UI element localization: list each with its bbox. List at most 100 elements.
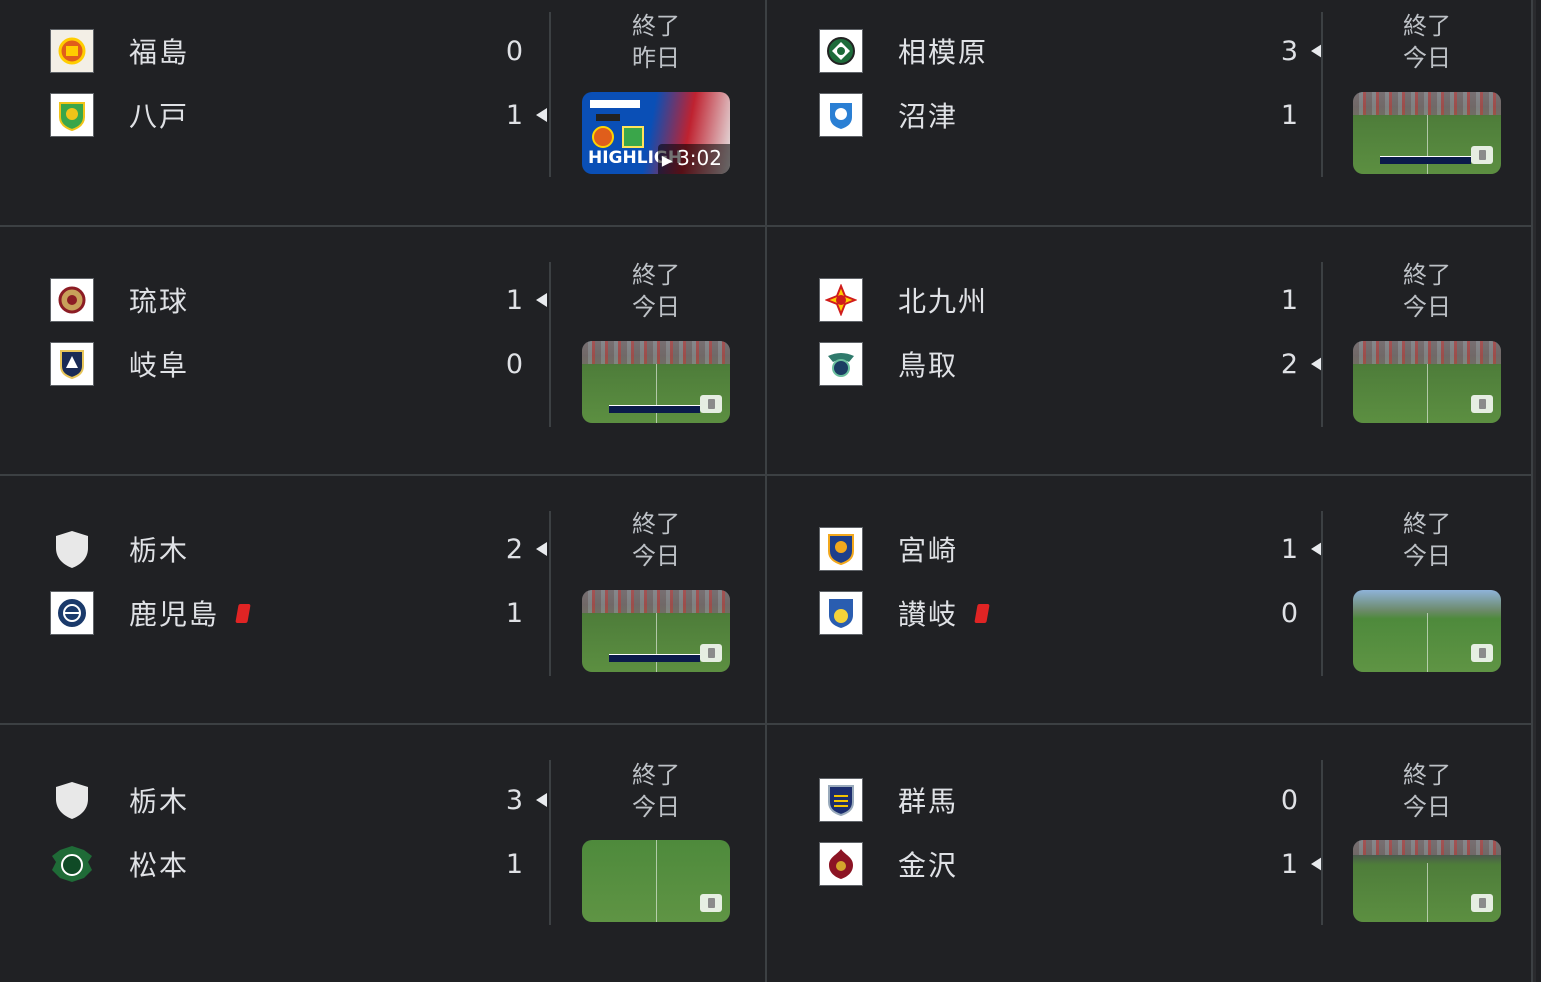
status-label: 終了 [1403,261,1451,289]
league-badge-icon [590,100,640,108]
away-team: 鳥取 [819,342,958,386]
match-status: 終了 今日 [582,259,730,323]
team-name: 栃木 [129,534,190,567]
ryukyu-logo-icon [50,278,94,322]
fukushima-logo-icon [50,29,94,73]
video-thumbnail[interactable] [1353,92,1501,174]
scroll-edge [1531,0,1536,982]
field-line [1427,612,1428,672]
status-label: 終了 [1403,761,1451,789]
match-card[interactable]: 北九州 鳥取 1 2 終了 今日 [767,227,1536,476]
field-line [656,612,657,672]
match-card[interactable]: 宮崎 讃岐 1 0 終了 今日 [767,476,1536,725]
match-day: 今日 [632,293,680,321]
scorebug-graphic [1379,156,1472,164]
field-line [656,363,657,423]
team-name: 鹿児島 [129,598,220,631]
team-name: 北九州 [898,285,989,318]
red-card-icon [974,603,990,623]
away-score: 1 [1280,849,1298,880]
team-name: 栃木 [129,785,190,818]
match-status: 終了 昨日 [582,10,730,74]
status-label: 終了 [1403,510,1451,538]
divider [1321,760,1323,925]
match-card[interactable]: 群馬 金沢 0 1 終了 今日 [767,725,1536,982]
home-team: 琉球 [50,278,189,322]
winner-indicator-icon [536,108,547,122]
field-line [1427,363,1428,423]
field-line [1427,862,1428,922]
team-name: 讃岐 [898,598,959,631]
team-name: 琉球 [129,285,190,318]
video-thumbnail[interactable] [582,341,730,423]
stands-graphic [582,341,730,364]
home-score: 3 [505,785,523,816]
home-team: 北九州 [819,278,988,322]
video-icon [1471,395,1493,413]
away-team: 八戸 [50,93,189,137]
kagoshima-logo-icon [50,591,94,635]
away-score: 1 [505,849,523,880]
team-name: 群馬 [898,785,959,818]
video-thumbnail[interactable] [1353,341,1501,423]
numazu-logo-icon [819,93,863,137]
miyazaki-logo-icon [819,527,863,571]
video-icon [700,894,722,912]
round-badge-icon [596,114,620,121]
video-thumbnail[interactable] [1353,590,1501,672]
divider [549,262,551,427]
stands-graphic [582,590,730,613]
tottori-logo-icon [819,342,863,386]
match-card[interactable]: 栃木 松本 3 1 終了 今日 [0,725,767,982]
match-card[interactable]: 栃木 鹿児島 2 1 終了 今日 [0,476,767,725]
match-status: 終了 今日 [1353,508,1501,572]
match-day: 今日 [632,542,680,570]
team-name: 八戸 [129,100,190,133]
away-team: 沼津 [819,93,958,137]
match-grid: 福島 八戸 0 1 終了 昨日 HIGHLIGH 3:02 [0,0,1536,982]
match-card[interactable]: 琉球 岐阜 1 0 終了 今日 [0,227,767,476]
team-name: 鳥取 [898,349,959,382]
home-score: 3 [1280,36,1298,67]
video-icon [700,644,722,662]
home-score: 0 [505,36,523,67]
away-score: 0 [505,349,523,380]
video-icon [1471,644,1493,662]
away-score: 1 [505,598,523,629]
match-card[interactable]: 相模原 沼津 3 1 終了 今日 [767,0,1536,227]
divider [1321,12,1323,177]
home-score: 2 [505,534,523,565]
team-name: 沼津 [898,100,959,133]
status-label: 終了 [632,12,680,40]
team-name: 松本 [129,849,190,882]
divider [549,511,551,676]
shield-icon [50,527,94,571]
video-thumbnail[interactable] [1353,840,1501,922]
home-score: 1 [1280,285,1298,316]
match-day: 今日 [1403,293,1451,321]
home-score: 0 [1280,785,1298,816]
away-team: 松本 [50,842,189,886]
match-status: 終了 今日 [1353,759,1501,823]
match-card[interactable]: 福島 八戸 0 1 終了 昨日 HIGHLIGH 3:02 [0,0,767,227]
match-day: 今日 [1403,793,1451,821]
match-status: 終了 今日 [1353,259,1501,323]
status-label: 終了 [632,510,680,538]
team-name: 相模原 [898,36,989,69]
home-score: 1 [1280,534,1298,565]
home-score: 1 [505,285,523,316]
away-crest-icon [622,126,644,148]
away-team: 岐阜 [50,342,189,386]
highlight-thumbnail[interactable]: HIGHLIGH 3:02 [582,92,730,174]
winner-indicator-icon [536,793,547,807]
home-team: 栃木 [50,527,189,571]
sanuki-logo-icon [819,591,863,635]
video-icon [1471,894,1493,912]
match-day: 昨日 [632,44,680,72]
status-label: 終了 [1403,12,1451,40]
home-team: 群馬 [819,778,958,822]
away-score: 1 [505,100,523,131]
video-thumbnail[interactable] [582,840,730,922]
video-thumbnail[interactable] [582,590,730,672]
video-icon [1471,146,1493,164]
